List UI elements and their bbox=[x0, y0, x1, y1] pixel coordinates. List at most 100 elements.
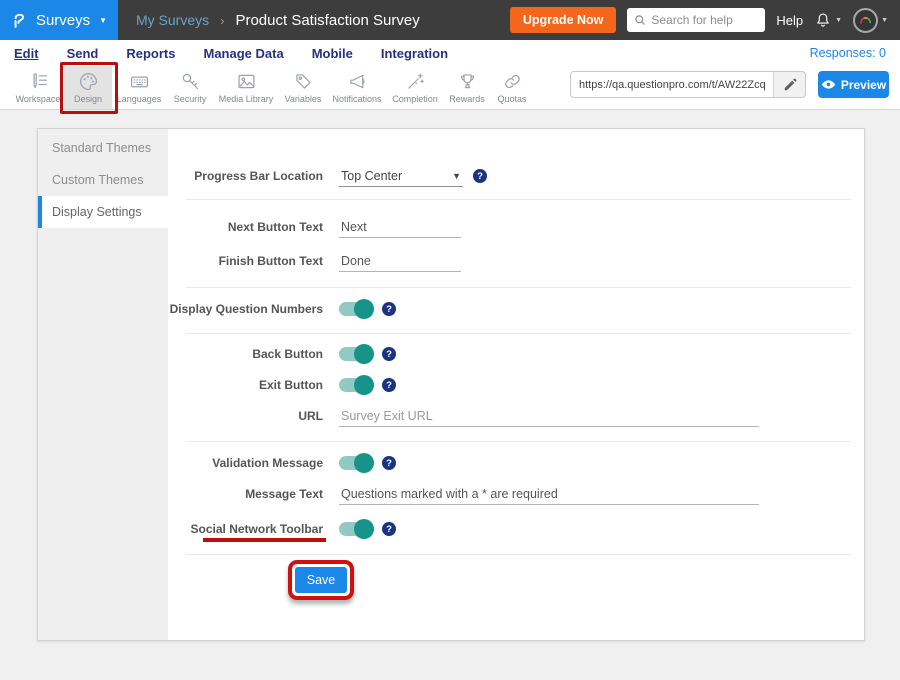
app-menu-label: Surveys bbox=[36, 12, 90, 29]
preview-button[interactable]: Preview bbox=[818, 71, 889, 98]
row-next-button-text: Next Button Text bbox=[168, 213, 461, 241]
breadcrumb-separator-icon: › bbox=[220, 13, 224, 28]
avatar-gauge-icon bbox=[858, 14, 873, 27]
notifications-bell-menu[interactable]: ▼ bbox=[814, 11, 842, 29]
chevron-down-icon: ▼ bbox=[881, 17, 888, 24]
row-back-button: Back Button ? bbox=[168, 340, 396, 368]
display-question-numbers-label: Display Question Numbers bbox=[168, 302, 323, 316]
progress-bar-location-label: Progress Bar Location bbox=[168, 169, 323, 183]
progress-bar-location-select[interactable]: Top Center ▼ bbox=[339, 166, 463, 187]
help-icon[interactable]: ? bbox=[382, 456, 396, 470]
toolbar-item-notifications[interactable]: Notifications bbox=[328, 66, 386, 109]
bell-icon bbox=[814, 11, 832, 29]
toolbar-item-security[interactable]: Security bbox=[166, 66, 214, 109]
row-display-question-numbers: Display Question Numbers ? bbox=[168, 295, 396, 323]
display-settings-panel: Standard Themes Custom Themes Display Se… bbox=[37, 128, 865, 641]
section-divider bbox=[186, 333, 851, 334]
message-text-input[interactable] bbox=[339, 484, 759, 505]
sidebar-item-custom-themes[interactable]: Custom Themes bbox=[38, 164, 168, 196]
next-button-text-input[interactable] bbox=[339, 217, 461, 238]
row-progress-bar-location: Progress Bar Location Top Center ▼ ? bbox=[168, 162, 487, 190]
toolbar-item-completion[interactable]: Completion bbox=[386, 66, 444, 109]
nav-tab-manage-data[interactable]: Manage Data bbox=[203, 46, 283, 61]
edit-url-button[interactable] bbox=[774, 72, 805, 97]
toolbar-item-workspace[interactable]: Workspace bbox=[12, 66, 64, 109]
questionpro-logo-icon bbox=[11, 9, 27, 31]
pencil-icon bbox=[783, 78, 797, 92]
help-link[interactable]: Help bbox=[776, 13, 803, 28]
responses-count: Responses: 0 bbox=[810, 46, 886, 60]
toolbar-item-media-library[interactable]: Media Library bbox=[214, 66, 278, 109]
row-message-text: Message Text bbox=[168, 480, 759, 508]
help-icon[interactable]: ? bbox=[382, 302, 396, 316]
design-sidebar: Standard Themes Custom Themes Display Se… bbox=[38, 129, 168, 640]
message-text-label: Message Text bbox=[168, 487, 323, 501]
next-button-text-label: Next Button Text bbox=[168, 220, 323, 234]
avatar bbox=[853, 8, 878, 33]
section-divider bbox=[186, 441, 851, 442]
nav-tab-reports[interactable]: Reports bbox=[126, 46, 175, 61]
social-network-toolbar-label: Social Network Toolbar bbox=[168, 522, 323, 536]
survey-url-input[interactable] bbox=[571, 72, 774, 97]
back-button-toggle[interactable] bbox=[339, 347, 372, 361]
exit-button-label: Exit Button bbox=[168, 378, 323, 392]
upgrade-now-button[interactable]: Upgrade Now bbox=[510, 7, 617, 33]
help-icon[interactable]: ? bbox=[473, 169, 487, 183]
account-menu[interactable]: ▼ bbox=[853, 8, 888, 33]
chevron-down-icon: ▼ bbox=[452, 171, 461, 181]
sidebar-item-standard-themes[interactable]: Standard Themes bbox=[38, 132, 168, 164]
help-search-input[interactable] bbox=[651, 13, 758, 27]
help-search-box[interactable] bbox=[627, 8, 765, 32]
toolbar-item-design[interactable]: Design bbox=[64, 66, 112, 109]
breadcrumb-parent[interactable]: My Surveys bbox=[136, 12, 209, 28]
nav-tab-edit[interactable]: Edit bbox=[14, 46, 39, 61]
exit-url-input[interactable] bbox=[339, 406, 759, 427]
variables-tag-icon bbox=[293, 71, 314, 92]
exit-button-toggle[interactable] bbox=[339, 378, 372, 392]
section-divider bbox=[186, 554, 851, 555]
eye-icon bbox=[821, 79, 836, 90]
app-logo-menu[interactable]: Surveys ▼ bbox=[0, 0, 118, 40]
languages-keyboard-icon bbox=[129, 71, 150, 92]
exit-url-label: URL bbox=[168, 409, 323, 423]
toolbar-item-rewards[interactable]: Rewards bbox=[444, 66, 490, 109]
search-icon bbox=[634, 14, 646, 26]
display-question-numbers-toggle[interactable] bbox=[339, 302, 372, 316]
row-validation-message: Validation Message ? bbox=[168, 449, 396, 477]
annotation-underline-social-network-toolbar bbox=[203, 538, 326, 542]
section-divider bbox=[186, 287, 851, 288]
completion-wand-icon bbox=[405, 71, 426, 92]
sidebar-item-display-settings[interactable]: Display Settings bbox=[38, 196, 168, 228]
social-network-toolbar-toggle[interactable] bbox=[339, 522, 372, 536]
help-icon[interactable]: ? bbox=[382, 347, 396, 361]
row-finish-button-text: Finish Button Text bbox=[168, 247, 461, 275]
chevron-down-icon: ▼ bbox=[99, 16, 107, 25]
toolbar-item-languages[interactable]: Languages bbox=[112, 66, 166, 109]
breadcrumb-current: Product Satisfaction Survey bbox=[235, 12, 419, 29]
quotas-links-icon bbox=[502, 71, 523, 92]
survey-nav: Edit Send Reports Manage Data Mobile Int… bbox=[0, 40, 900, 66]
nav-tab-mobile[interactable]: Mobile bbox=[312, 46, 353, 61]
help-icon[interactable]: ? bbox=[382, 378, 396, 392]
nav-tab-send[interactable]: Send bbox=[67, 46, 99, 61]
back-button-label: Back Button bbox=[168, 347, 323, 361]
breadcrumb: My Surveys › Product Satisfaction Survey bbox=[136, 12, 420, 29]
save-button[interactable]: Save bbox=[295, 567, 347, 593]
annotation-box-save: Save bbox=[288, 560, 354, 600]
progress-bar-location-value: Top Center bbox=[341, 169, 402, 183]
help-icon[interactable]: ? bbox=[382, 522, 396, 536]
finish-button-text-input[interactable] bbox=[339, 251, 461, 272]
row-exit-url: URL bbox=[168, 402, 759, 430]
security-key-icon bbox=[180, 71, 201, 92]
survey-url-group bbox=[570, 71, 806, 98]
finish-button-text-label: Finish Button Text bbox=[168, 254, 323, 268]
rewards-trophy-icon bbox=[457, 71, 478, 92]
toolbar-item-quotas[interactable]: Quotas bbox=[490, 66, 534, 109]
validation-message-label: Validation Message bbox=[168, 456, 323, 470]
nav-tab-integration[interactable]: Integration bbox=[381, 46, 448, 61]
validation-message-toggle[interactable] bbox=[339, 456, 372, 470]
design-palette-icon bbox=[78, 71, 99, 92]
media-library-image-icon bbox=[236, 71, 257, 92]
toolbar-item-variables[interactable]: Variables bbox=[278, 66, 328, 109]
header-right: Upgrade Now Help ▼ ▼ bbox=[510, 7, 900, 33]
